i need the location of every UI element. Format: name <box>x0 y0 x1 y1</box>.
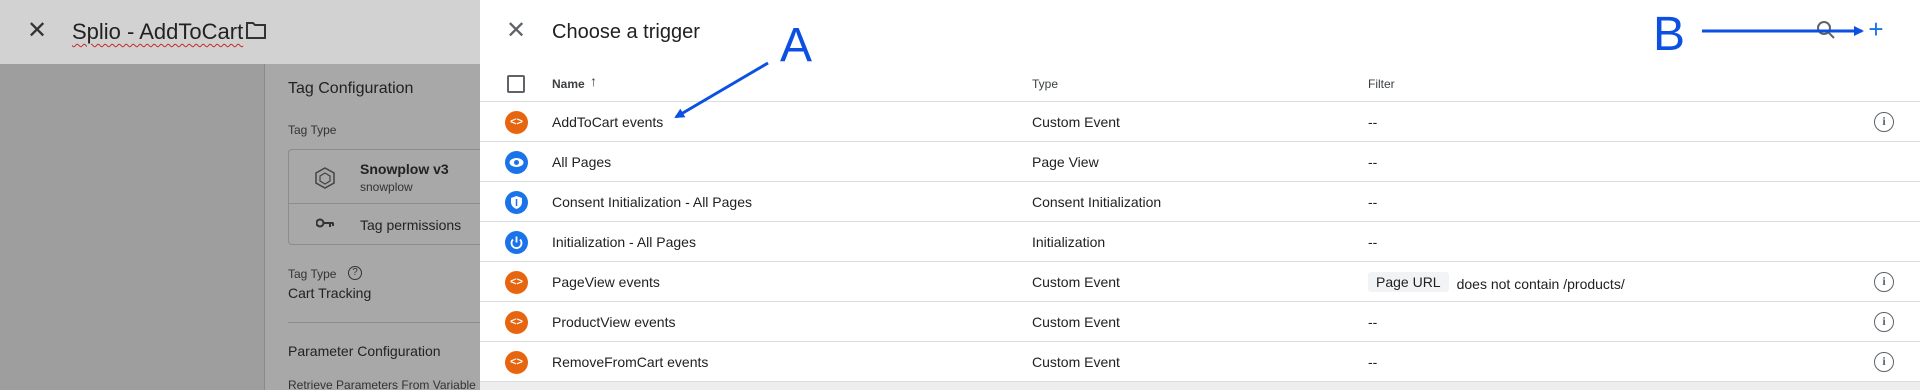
tag-type-value: Cart Tracking <box>288 285 372 301</box>
add-trigger-icon[interactable]: + <box>1865 16 1887 42</box>
tag-name: Snowplow v3 <box>360 161 449 177</box>
info-icon[interactable]: i <box>1874 312 1894 332</box>
table-row[interactable]: <> PageView events Custom Event Page URL… <box>480 262 1920 302</box>
column-name[interactable]: Name <box>552 77 585 91</box>
column-filter: Filter <box>1368 77 1395 91</box>
table-row[interactable]: All Pages Page View -- <box>480 142 1920 182</box>
custom-event-icon: <> <box>505 351 528 374</box>
tag-permissions[interactable]: Tag permissions <box>360 217 461 233</box>
sort-ascending-icon[interactable]: ↑ <box>590 73 597 89</box>
help-icon[interactable]: ? <box>348 266 362 280</box>
trigger-type: Custom Event <box>1032 314 1120 330</box>
trigger-name: PageView events <box>552 274 660 290</box>
trigger-type: Page View <box>1032 154 1099 170</box>
table-row[interactable]: <> RemoveFromCart events Custom Event --… <box>480 342 1920 382</box>
trigger-name: Initialization - All Pages <box>552 234 696 250</box>
custom-event-icon: <> <box>505 111 528 134</box>
parameter-configuration-title: Parameter Configuration <box>288 343 441 359</box>
close-icon[interactable]: ✕ <box>505 19 527 43</box>
tag-type-label: Tag Type <box>288 123 337 137</box>
retrieve-parameters-label: Retrieve Parameters From Variable <box>288 378 476 390</box>
panel-footer <box>480 382 1920 390</box>
panel-title: Choose a trigger <box>552 21 700 43</box>
trigger-filter: -- <box>1368 314 1378 330</box>
trigger-type: Initialization <box>1032 234 1106 250</box>
tag-type-label-2: Tag Type <box>288 267 337 281</box>
trigger-filter: Page URL does not contain /products/ <box>1368 272 1625 294</box>
info-icon[interactable]: i <box>1874 352 1894 372</box>
eye-icon <box>505 151 528 174</box>
filter-condition: does not contain /products/ <box>1456 276 1625 292</box>
tag-sub: snowplow <box>360 180 413 194</box>
custom-event-icon: <> <box>505 311 528 334</box>
table-row[interactable]: <> AddToCart events Custom Event -- i <box>480 102 1920 142</box>
annotation-a: A <box>780 19 813 72</box>
search-icon[interactable] <box>1816 20 1836 40</box>
filter-chip: Page URL <box>1368 272 1449 292</box>
table-row[interactable]: Consent Initialization - All Pages Conse… <box>480 182 1920 222</box>
folder-icon[interactable] <box>245 20 267 40</box>
close-icon[interactable]: ✕ <box>26 19 48 43</box>
trigger-name: ProductView events <box>552 314 676 330</box>
trigger-filter: -- <box>1368 194 1378 210</box>
trigger-filter: -- <box>1368 234 1378 250</box>
editor-backdrop <box>0 64 264 390</box>
info-icon[interactable]: i <box>1874 272 1894 292</box>
table-row[interactable]: Initialization - All Pages Initializatio… <box>480 222 1920 262</box>
column-type: Type <box>1032 77 1059 91</box>
annotation-b: B <box>1653 8 1686 61</box>
trigger-name: RemoveFromCart events <box>552 354 709 370</box>
trigger-name: All Pages <box>552 154 612 170</box>
section-title: Tag Configuration <box>288 80 414 97</box>
trigger-name: Consent Initialization - All Pages <box>552 194 752 210</box>
trigger-type: Custom Event <box>1032 274 1120 290</box>
tag-title[interactable]: Splio - AddToCart <box>72 19 243 45</box>
table-row[interactable]: <> ProductView events Custom Event -- i <box>480 302 1920 342</box>
snowplow-icon <box>315 167 335 189</box>
trigger-filter: -- <box>1368 154 1378 170</box>
trigger-filter: -- <box>1368 114 1378 130</box>
trigger-type: Consent Initialization <box>1032 194 1162 210</box>
trigger-type: Custom Event <box>1032 114 1120 130</box>
divider <box>288 322 480 323</box>
power-icon <box>505 231 528 254</box>
select-all-checkbox[interactable] <box>507 75 525 93</box>
trigger-filter: -- <box>1368 354 1378 370</box>
custom-event-icon: <> <box>505 271 528 294</box>
key-icon <box>316 218 334 228</box>
card-divider <box>288 203 480 204</box>
info-icon[interactable]: i <box>1874 112 1894 132</box>
trigger-name: AddToCart events <box>552 114 664 130</box>
table-header <box>480 68 1920 102</box>
trigger-list: <> AddToCart events Custom Event -- i Al… <box>480 102 1920 382</box>
shield-icon <box>505 191 528 214</box>
trigger-type: Custom Event <box>1032 354 1120 370</box>
